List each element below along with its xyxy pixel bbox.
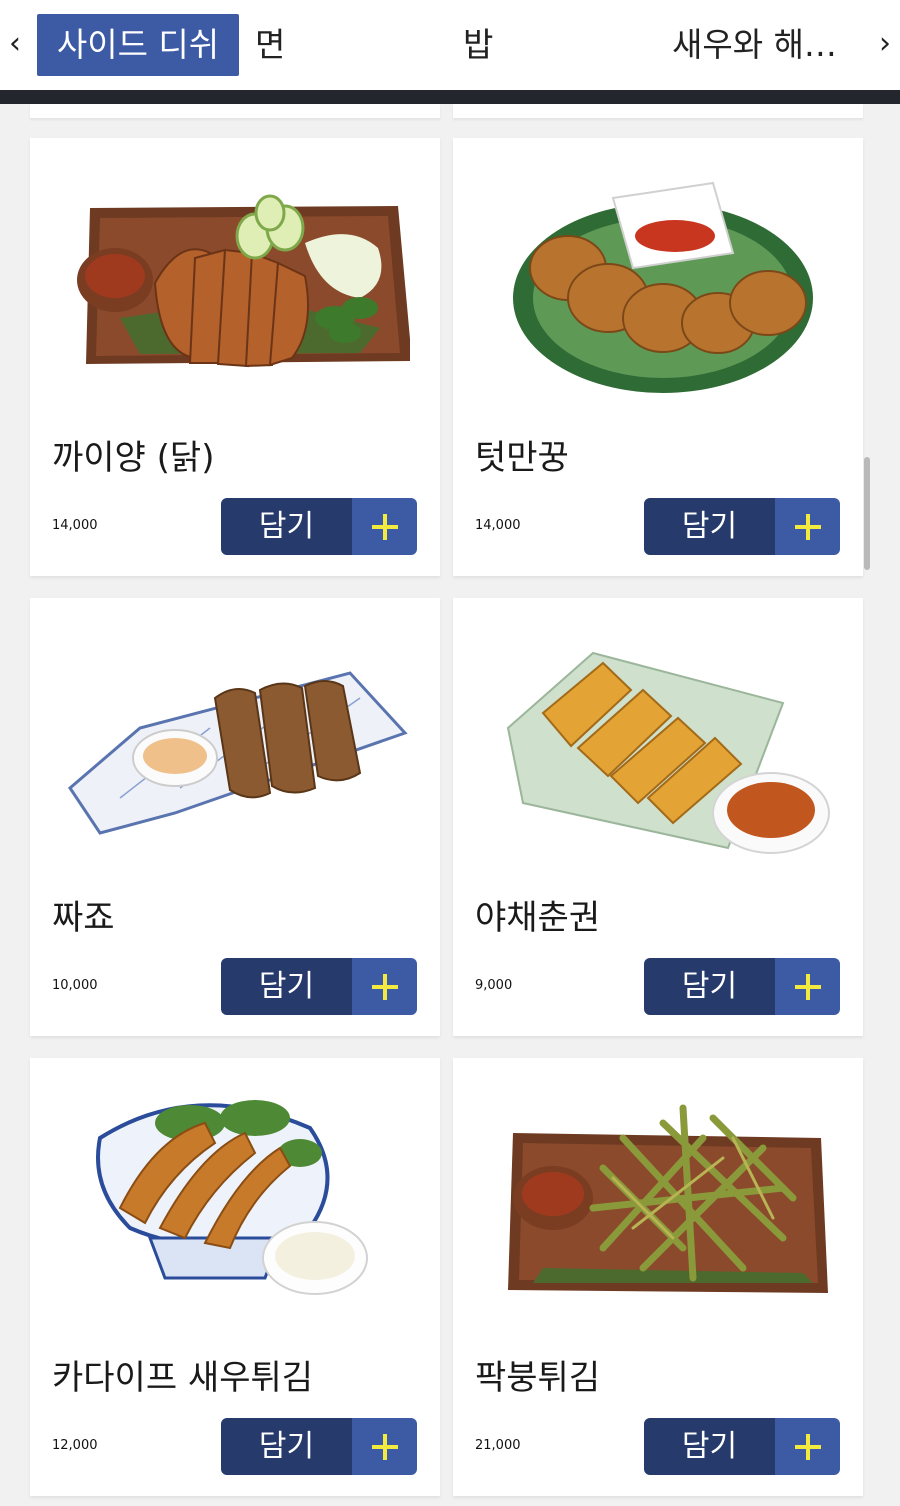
chevron-left-icon[interactable]: ‹ [0,22,30,66]
add-button-label: 담기 [644,498,775,555]
menu-card[interactable]: 짜죠 10,000 담기 [30,598,440,1036]
item-name: 까이양 (닭) [52,438,215,478]
grilled-chicken-image [77,194,410,368]
menu-card[interactable]: 텃만꿍 14,000 담기 [453,138,863,576]
item-price: 12,000 [52,1438,98,1453]
add-button-label: 담기 [221,498,352,555]
spring-rolls-image [506,651,830,854]
add-button-label: 담기 [644,1418,775,1475]
category-tab-bar: ‹ 사이드 디쉬 면 밥 새우와 해… › [0,0,900,90]
item-price: 9,000 [475,978,513,993]
tab-rice[interactable]: 밥 [463,14,493,76]
plus-icon [775,1418,840,1475]
add-to-cart-button[interactable]: 담기 [221,498,417,555]
tab-noodle[interactable]: 면 [255,14,285,76]
add-button-label: 담기 [221,1418,352,1475]
shrimp-cakes-image [513,181,813,393]
plus-icon [352,498,417,555]
tab-side-dish[interactable]: 사이드 디쉬 [37,14,239,76]
menu-card[interactable]: 야채춘권 9,000 담기 [453,598,863,1036]
menu-card[interactable]: 카다이프 새우튀김 12,000 담기 [30,1058,440,1496]
plus-icon [775,958,840,1015]
tab-shrimp-seafood[interactable]: 새우와 해… [672,14,837,76]
item-name: 야채춘권 [475,898,601,938]
add-button-label: 담기 [221,958,352,1015]
fried-morning-glory-image [508,1104,828,1293]
item-price: 10,000 [52,978,98,993]
kataifi-shrimp-image [96,1100,368,1295]
add-button-label: 담기 [644,958,775,1015]
add-to-cart-button[interactable]: 담기 [644,958,840,1015]
item-price: 21,000 [475,1438,521,1453]
item-name: 팍붕튀김 [475,1358,601,1398]
add-to-cart-button[interactable]: 담기 [221,958,417,1015]
menu-card-partial [453,104,863,118]
menu-card[interactable]: 까이양 (닭) 14,000 담기 [30,138,440,576]
add-to-cart-button[interactable]: 담기 [644,498,840,555]
item-name: 카다이프 새우튀김 [52,1358,314,1398]
item-name: 텃만꿍 [475,438,569,478]
item-price: 14,000 [475,518,521,533]
menu-card[interactable]: 팍붕튀김 21,000 담기 [453,1058,863,1496]
header-divider [0,90,900,104]
item-price: 14,000 [52,518,98,533]
add-to-cart-button[interactable]: 담기 [221,1418,417,1475]
menu-card-partial [30,104,440,118]
scrollbar[interactable] [864,457,870,570]
plus-icon [775,498,840,555]
plus-icon [352,1418,417,1475]
fried-rolls-image [68,671,408,835]
chevron-right-icon[interactable]: › [870,22,900,66]
add-to-cart-button[interactable]: 담기 [644,1418,840,1475]
plus-icon [352,958,417,1015]
item-name: 짜죠 [52,898,115,938]
